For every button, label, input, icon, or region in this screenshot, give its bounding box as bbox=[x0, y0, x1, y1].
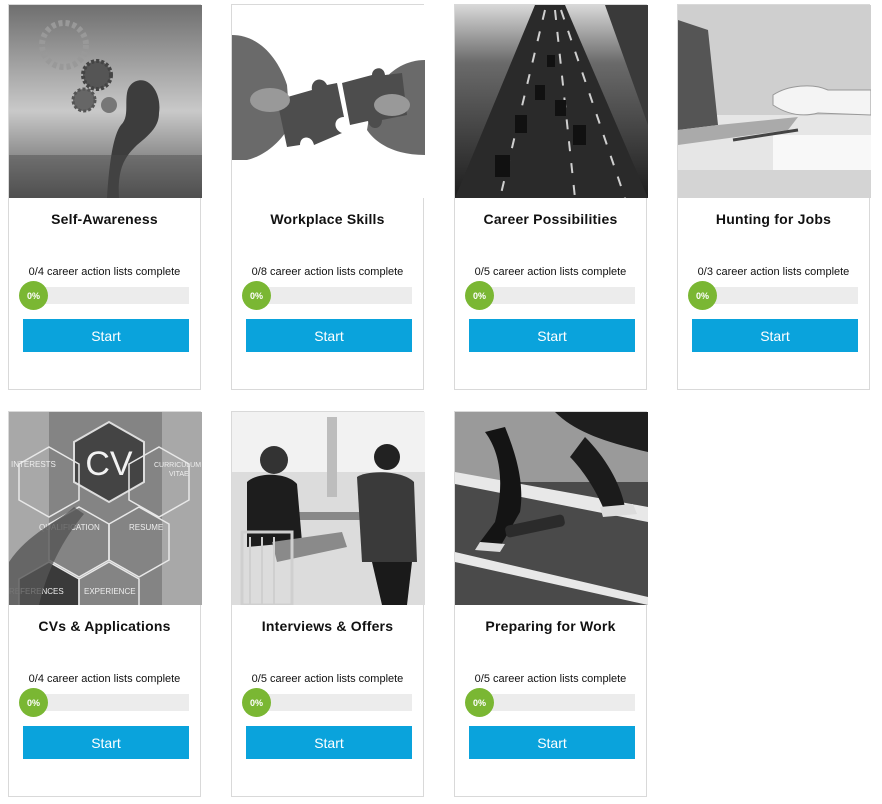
module-title: Workplace Skills bbox=[270, 211, 385, 227]
percent-badge: 0% bbox=[465, 281, 494, 310]
image-text-interests: INTERESTS bbox=[11, 460, 56, 469]
sprinter-start-image[interactable] bbox=[455, 412, 648, 605]
module-title: Hunting for Jobs bbox=[715, 211, 832, 227]
progress-text: 0/4 career action lists complete bbox=[28, 266, 181, 278]
module-card-workplace-skills: Workplace Skills 0/8 career action lists… bbox=[231, 4, 425, 390]
image-text-vitae: VITAE bbox=[169, 471, 189, 478]
percent-badge: 0% bbox=[465, 688, 494, 717]
module-title: Self-Awareness bbox=[51, 211, 158, 227]
start-button[interactable]: Start bbox=[246, 319, 412, 352]
module-card-self-awareness: Self-Awareness 0/4 career action lists c… bbox=[8, 4, 202, 390]
progress-text: 0/5 career action lists complete bbox=[251, 673, 404, 685]
image-text-resume: RESUME bbox=[129, 523, 163, 532]
start-button[interactable]: Start bbox=[692, 319, 858, 352]
head-with-gears-image[interactable] bbox=[9, 5, 202, 198]
highway-traffic-image[interactable] bbox=[455, 5, 648, 198]
module-card-interviews-offers: Interviews & Offers 0/5 career action li… bbox=[231, 411, 425, 797]
module-card-preparing-for-work: Preparing for Work 0/5 career action lis… bbox=[454, 411, 648, 797]
percent-badge: 0% bbox=[19, 281, 48, 310]
puzzle-pieces-image[interactable] bbox=[232, 5, 425, 198]
module-card-hunting-for-jobs: Hunting for Jobs 0/3 career action lists… bbox=[677, 4, 871, 390]
progress-text: 0/8 career action lists complete bbox=[251, 266, 404, 278]
percent-badge: 0% bbox=[242, 281, 271, 310]
module-card-career-possibilities: Career Possibilities 0/5 career action l… bbox=[454, 4, 648, 390]
module-title: Preparing for Work bbox=[485, 618, 616, 634]
progress-text: 0/5 career action lists complete bbox=[474, 673, 627, 685]
module-title: Interviews & Offers bbox=[261, 618, 394, 634]
percent-badge: 0% bbox=[242, 688, 271, 717]
image-text-cv: CV bbox=[85, 445, 133, 483]
start-button[interactable]: Start bbox=[469, 319, 635, 352]
laptop-typing-image[interactable] bbox=[678, 5, 871, 198]
start-button[interactable]: Start bbox=[23, 319, 189, 352]
image-text-experience: EXPERIENCE bbox=[84, 587, 136, 596]
image-text-curriculum: CURRICULUM bbox=[154, 462, 201, 469]
module-card-cvs-applications: CV INTERESTS CURRICULUM VITAE QUALIFICAT… bbox=[8, 411, 202, 797]
progress-text: 0/4 career action lists complete bbox=[28, 673, 181, 685]
start-button[interactable]: Start bbox=[23, 726, 189, 759]
module-title: CVs & Applications bbox=[38, 618, 171, 634]
cv-hexagons-image[interactable]: CV INTERESTS CURRICULUM VITAE QUALIFICAT… bbox=[9, 412, 202, 605]
start-button[interactable]: Start bbox=[246, 726, 412, 759]
module-title: Career Possibilities bbox=[483, 211, 618, 227]
percent-badge: 0% bbox=[688, 281, 717, 310]
progress-text: 0/3 career action lists complete bbox=[697, 266, 850, 278]
percent-badge: 0% bbox=[19, 688, 48, 717]
progress-text: 0/5 career action lists complete bbox=[474, 266, 627, 278]
start-button[interactable]: Start bbox=[469, 726, 635, 759]
interview-meeting-image[interactable] bbox=[232, 412, 425, 605]
